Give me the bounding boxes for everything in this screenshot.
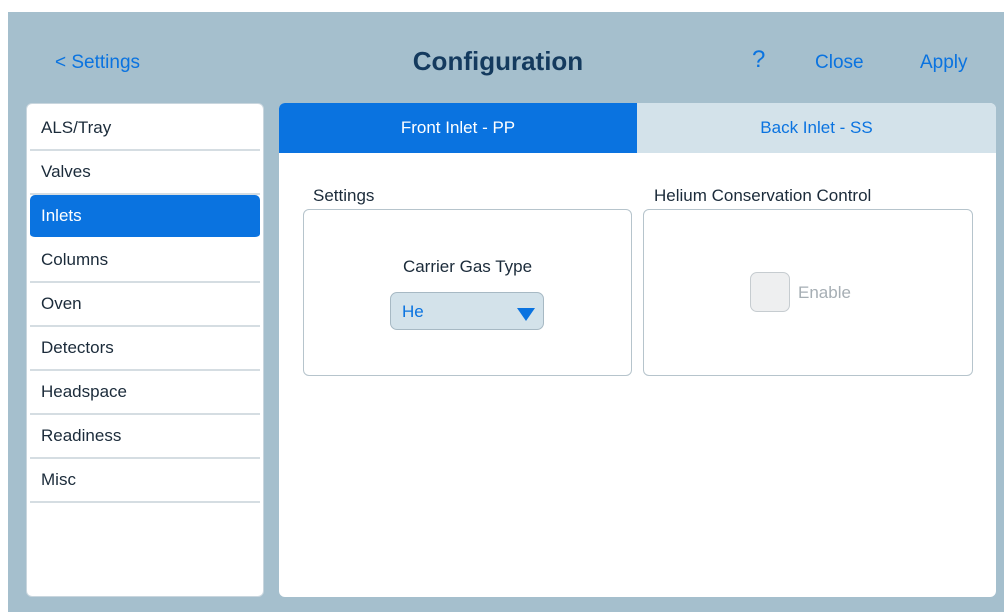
sidebar-item-columns[interactable]: Columns: [30, 239, 260, 283]
helium-section-title: Helium Conservation Control: [654, 186, 872, 205]
enable-label: Enable: [798, 283, 851, 302]
sidebar-item-oven[interactable]: Oven: [30, 283, 260, 327]
sidebar-item-label: Detectors: [41, 338, 114, 357]
carrier-gas-type-label: Carrier Gas Type: [402, 257, 533, 276]
sidebar-item-label: Misc: [41, 470, 76, 489]
sidebar-item-headspace[interactable]: Headspace: [30, 371, 260, 415]
help-icon[interactable]: ?: [752, 46, 765, 74]
sidebar-item-label: Valves: [41, 162, 91, 181]
apply-button[interactable]: Apply: [920, 52, 968, 74]
close-button[interactable]: Close: [815, 52, 864, 74]
helium-conservation-panel: Enable: [643, 209, 973, 376]
sidebar-item-label: Headspace: [41, 382, 128, 401]
sidebar-item-als-tray[interactable]: ALS/Tray: [30, 107, 260, 151]
sidebar-item-misc[interactable]: Misc: [30, 459, 260, 503]
sidebar: ALS/Tray Valves Inlets Columns Oven Dete…: [26, 103, 264, 597]
settings-panel: Carrier Gas Type He: [303, 209, 632, 376]
main-panel: Front Inlet - PP Back Inlet - SS Setting…: [279, 103, 996, 597]
sidebar-item-label: Readiness: [41, 426, 122, 445]
sidebar-item-detectors[interactable]: Detectors: [30, 327, 260, 371]
triangle-down-icon: [517, 308, 535, 321]
back-to-settings-button[interactable]: < Settings: [55, 52, 140, 74]
sidebar-item-label: Inlets: [41, 206, 82, 225]
carrier-gas-type-value: He: [402, 302, 424, 321]
sidebar-item-inlets[interactable]: Inlets: [30, 195, 260, 239]
tab-front-inlet[interactable]: Front Inlet - PP: [279, 103, 637, 153]
inlet-tabs: Front Inlet - PP Back Inlet - SS: [279, 103, 996, 153]
header: < Settings Configuration ? Close Apply: [0, 0, 1004, 100]
carrier-gas-type-select[interactable]: He: [390, 292, 544, 330]
sidebar-item-label: ALS/Tray: [41, 118, 112, 137]
settings-section-title: Settings: [313, 186, 375, 205]
sidebar-item-valves[interactable]: Valves: [30, 151, 260, 195]
sidebar-item-label: Columns: [41, 250, 109, 269]
enable-checkbox[interactable]: [750, 272, 790, 312]
sidebar-item-label: Oven: [41, 294, 82, 313]
tab-back-inlet[interactable]: Back Inlet - SS: [637, 103, 996, 153]
sidebar-item-readiness[interactable]: Readiness: [30, 415, 260, 459]
